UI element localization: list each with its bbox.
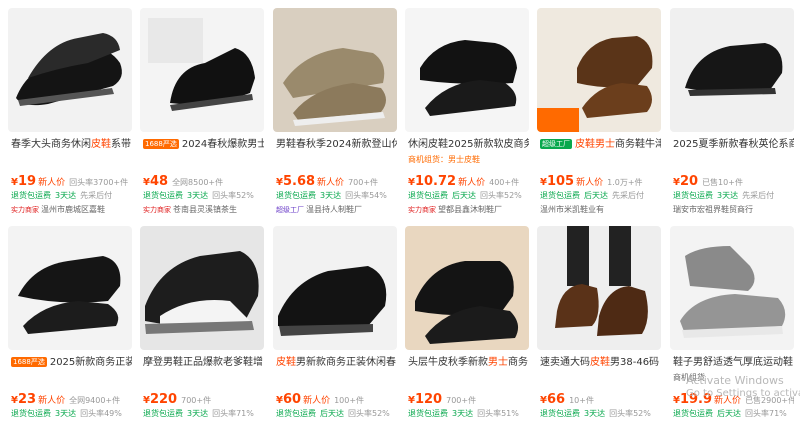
product-card[interactable]: 休闲皮鞋2025新款软皮商务 商机组货：男士皮鞋 ¥10.72 新人价 400+件 … [405, 8, 529, 213]
product-image[interactable] [537, 226, 661, 350]
product-image[interactable] [273, 226, 397, 350]
product-card[interactable]: 春季大头商务休闲皮鞋系带 ¥19 新人价 回头率3700+件 退货包运费 3天达 先采后… [8, 8, 132, 213]
product-title[interactable]: 1688严选 2025新款商务正装 [11, 356, 132, 370]
product-card[interactable]: 摩登男鞋正品爆款老爹鞋增 ¥220 700+件 退货包运费 3天达 回头率71% [140, 226, 264, 421]
merchant-badge: 实力商家 [11, 206, 39, 213]
product-image[interactable] [273, 8, 397, 132]
activate-windows-subtext: Go to Settings to activate [686, 388, 800, 399]
product-title[interactable]: 头层牛皮秋季新款男士商务 [408, 356, 529, 370]
product-title[interactable]: 皮鞋男新款商务正装休闲春 [276, 356, 397, 370]
product-title[interactable]: 春季大头商务休闲皮鞋系带 [11, 138, 132, 152]
product-image[interactable] [8, 8, 132, 132]
product-image[interactable] [140, 226, 264, 350]
product-image[interactable] [405, 8, 529, 132]
product-title[interactable]: 摩登男鞋正品爆款老爹鞋增 [143, 356, 264, 370]
product-card[interactable]: 2025夏季新款春秋英伦系商 ¥20 已售10+件 退货包运费 3天达 先采后付 瑞安… [670, 8, 794, 213]
product-image[interactable] [140, 8, 264, 132]
price: ¥19 [11, 174, 37, 189]
product-title[interactable]: 1688严选 2024春秋爆款男士 [143, 138, 264, 152]
product-image[interactable] [537, 8, 661, 132]
product-image[interactable] [670, 226, 794, 350]
product-card[interactable]: 皮鞋男新款商务正装休闲春 ¥60 新人价 100+件 退货包运费 后天达 回头率52% [273, 226, 397, 421]
product-card[interactable]: 速卖通大码皮鞋男38-46码 ¥66 10+件 退货包运费 3天达 回头率52% [537, 226, 661, 421]
product-image[interactable] [405, 226, 529, 350]
product-image[interactable] [670, 8, 794, 132]
activate-windows-watermark: Activate Windows [686, 374, 784, 387]
product-card[interactable]: 超级工厂 皮鞋男士商务鞋牛津 ¥105 新人价 1.0万+件 退货包运费 后天达 先采后付… [537, 8, 661, 213]
product-card[interactable]: 1688严选 2024春秋爆款男士 ¥48 全网8500+件 退货包运费 3天达 回头率… [140, 8, 264, 213]
shop-name[interactable]: 温州市鹿城区嘉鞋 [41, 205, 105, 213]
product-card[interactable]: 1688严选 2025新款商务正装 ¥23 新人价 全网9400+件 退货包运费 3天达… [8, 226, 132, 421]
product-title[interactable]: 2025夏季新款春秋英伦系商 [673, 138, 794, 152]
product-title[interactable]: 速卖通大码皮鞋男38-46码 [540, 356, 661, 370]
product-image[interactable] [8, 226, 132, 350]
product-title[interactable]: 超级工厂 皮鞋男士商务鞋牛津 [540, 138, 661, 152]
product-title[interactable]: 鞋子男舒适透气厚底运动鞋 [673, 356, 794, 370]
product-title[interactable]: 男鞋春秋季2024新款登山休 [276, 138, 397, 152]
product-card[interactable]: 头层牛皮秋季新款男士商务 ¥120 700+件 退货包运费 3天达 回头率51% [405, 226, 529, 421]
product-title[interactable]: 休闲皮鞋2025新款软皮商务 [408, 138, 529, 152]
product-card[interactable]: 男鞋春秋季2024新款登山休 ¥5.68 新人价 700+件 退货包运费 3天达 回头率… [273, 8, 397, 213]
product-grid: 春季大头商务休闲皮鞋系带 ¥19 新人价 回头率3700+件 退货包运费 3天达 先采后… [8, 8, 798, 421]
